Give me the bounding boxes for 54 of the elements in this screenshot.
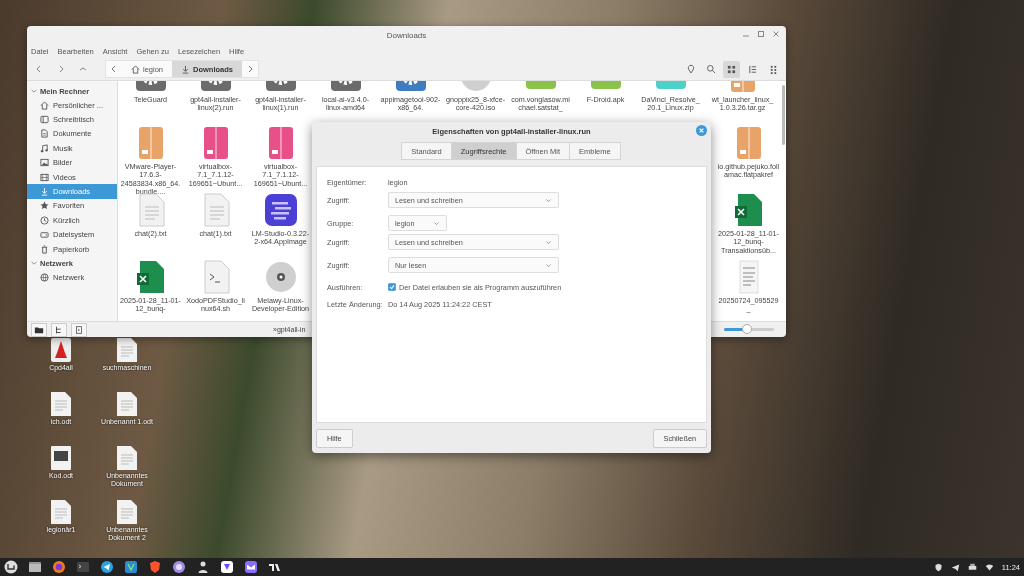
download-icon	[181, 64, 191, 74]
image-file-icon	[51, 446, 71, 470]
star-icon	[40, 201, 49, 211]
picture-icon	[40, 158, 49, 168]
maximize-icon[interactable]	[757, 30, 765, 38]
grid-icon	[727, 64, 736, 74]
film-icon	[40, 172, 49, 182]
drive-icon	[40, 230, 49, 240]
checkbox[interactable]	[388, 283, 396, 291]
code-icon[interactable]	[124, 560, 138, 574]
printer-icon[interactable]	[967, 562, 977, 572]
chevron-icon	[433, 219, 440, 227]
terminal-icon[interactable]	[71, 322, 87, 337]
close-icon[interactable]	[772, 30, 780, 38]
globe-icon[interactable]	[52, 560, 66, 574]
disc-icon	[263, 260, 298, 294]
home-icon	[40, 100, 49, 110]
shield-icon[interactable]	[933, 562, 943, 572]
document-icon	[117, 446, 137, 470]
window-title: Downloads	[386, 30, 427, 40]
person-icon[interactable]	[196, 560, 210, 574]
chevron-icon	[545, 238, 552, 246]
folder-icon[interactable]	[31, 322, 47, 337]
paper-plane-icon[interactable]	[100, 560, 114, 574]
download-icon	[40, 187, 49, 197]
terminal-icon[interactable]	[76, 560, 90, 574]
trash-icon	[40, 244, 49, 254]
app-file-icon	[263, 193, 298, 227]
tree-icon[interactable]	[51, 322, 67, 337]
monitor-icon	[40, 115, 49, 125]
dots-icon	[769, 64, 778, 74]
chevron-icon	[545, 261, 552, 269]
document-icon	[117, 392, 137, 416]
scrollbar[interactable]	[782, 85, 785, 145]
globe-icon	[40, 273, 49, 282]
home-icon	[131, 64, 140, 74]
clock-icon	[40, 215, 49, 225]
envelope-icon[interactable]	[244, 560, 258, 574]
music-note-icon	[40, 143, 49, 153]
grid-view-button[interactable]	[723, 60, 740, 78]
shield-icon[interactable]	[148, 560, 162, 574]
folder-icon[interactable]	[28, 560, 42, 574]
chevron-icon	[545, 196, 552, 204]
menu-icon[interactable]	[4, 560, 18, 574]
close-icon[interactable]	[696, 125, 707, 136]
document-icon	[117, 500, 137, 524]
zoom-slider-thumb[interactable]	[741, 324, 752, 334]
document-icon	[51, 500, 71, 524]
wifi-icon[interactable]	[984, 562, 994, 572]
document-icon	[40, 129, 49, 139]
orb-icon[interactable]	[172, 560, 186, 574]
document-icon	[51, 392, 71, 416]
paper-plane-icon[interactable]	[950, 562, 960, 572]
list-icon	[748, 64, 757, 74]
